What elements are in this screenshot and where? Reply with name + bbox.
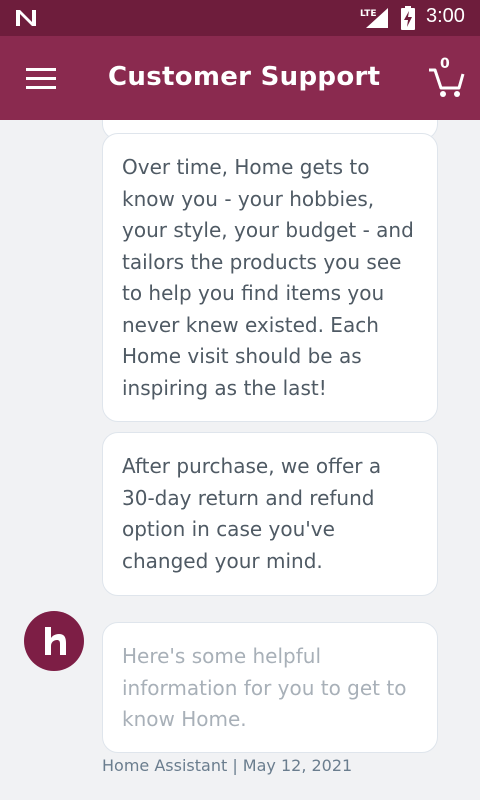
svg-text:LTE: LTE [360,9,377,19]
app-bar: Customer Support 0 [0,36,480,120]
battery-charging-icon [401,6,415,30]
cart-count-badge: 0 [440,56,450,72]
message-bubble: After purchase, we offer a 30-day return… [102,432,438,596]
menu-icon[interactable] [22,60,62,96]
message-meta: Home Assistant | May 12, 2021 [102,756,353,775]
n-icon [16,10,36,26]
status-time: 3:00 [426,5,465,27]
lte-signal-icon: LTE [360,8,388,28]
page-title: Customer Support [108,62,381,92]
home-logo-icon [45,627,66,655]
message-bubble: Over time, Home gets to know you - your … [102,133,438,422]
status-bar: LTE 3:00 [0,0,480,36]
chat-thread[interactable]: Over time, Home gets to know you - your … [0,120,480,800]
message-bubble-pending: Here's some helpful information for you … [102,622,438,753]
assistant-avatar [24,611,84,671]
